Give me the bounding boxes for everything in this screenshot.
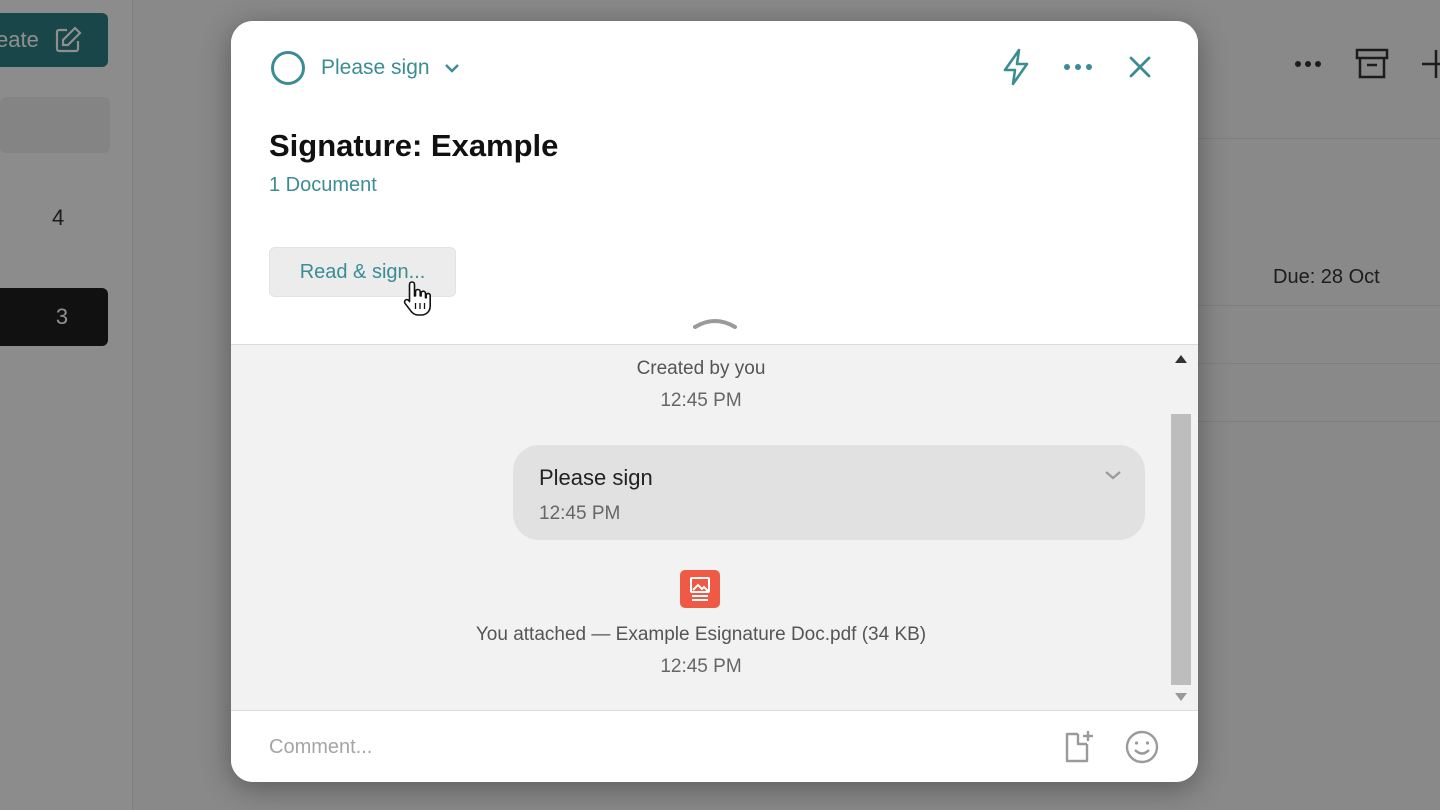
comment-bar	[231, 710, 1198, 782]
modal-header: Please sign Signature: Example 1 Documen…	[231, 21, 1198, 344]
scroll-down-arrow-icon[interactable]	[1175, 693, 1187, 701]
task-title: Signature: Example	[269, 128, 559, 163]
automation-button[interactable]	[1000, 47, 1032, 87]
emoji-icon[interactable]	[1124, 729, 1160, 765]
created-label: Created by you	[636, 358, 766, 379]
image-file-icon	[690, 577, 710, 601]
status-dropdown[interactable]: Please sign	[271, 51, 462, 85]
attachment-event: You attached — Example Esignature Doc.pd…	[231, 624, 1171, 678]
collapse-handle-icon[interactable]	[691, 315, 739, 331]
activity-scrollbar[interactable]	[1170, 353, 1192, 703]
close-icon	[1129, 56, 1151, 78]
scroll-up-arrow-icon[interactable]	[1175, 355, 1187, 363]
task-modal: Please sign Signature: Example 1 Documen…	[231, 21, 1198, 782]
header-actions	[1000, 47, 1156, 87]
hand-cursor-icon	[403, 281, 431, 316]
more-dots-icon	[1064, 64, 1092, 70]
scroll-thumb[interactable]	[1171, 414, 1191, 685]
created-time: 12:45 PM	[660, 390, 742, 411]
attachment-label[interactable]: You attached — Example Esignature Doc.pd…	[231, 624, 1171, 646]
chevron-down-icon[interactable]	[1103, 465, 1123, 485]
status-circle-icon[interactable]	[271, 51, 305, 85]
message-text: Please sign	[539, 465, 653, 490]
pdf-file-icon[interactable]	[680, 570, 720, 608]
document-count-link[interactable]: 1 Document	[269, 174, 377, 197]
message-bubble[interactable]: Please sign 12:45 PM	[513, 445, 1145, 540]
attach-file-icon[interactable]	[1058, 729, 1094, 765]
status-label: Please sign	[321, 56, 430, 79]
close-button[interactable]	[1124, 47, 1156, 87]
comment-input[interactable]	[269, 727, 1029, 767]
lightning-icon	[1003, 48, 1029, 86]
created-event: Created by you 12:45 PM	[231, 358, 1171, 412]
activity-feed[interactable]: Created by you 12:45 PM Please sign 12:4…	[231, 344, 1198, 710]
message-time: 12:45 PM	[539, 503, 621, 524]
attachment-time: 12:45 PM	[660, 656, 742, 677]
chevron-down-icon	[444, 64, 459, 73]
comment-actions	[1058, 729, 1160, 765]
more-options-button[interactable]	[1062, 47, 1094, 87]
